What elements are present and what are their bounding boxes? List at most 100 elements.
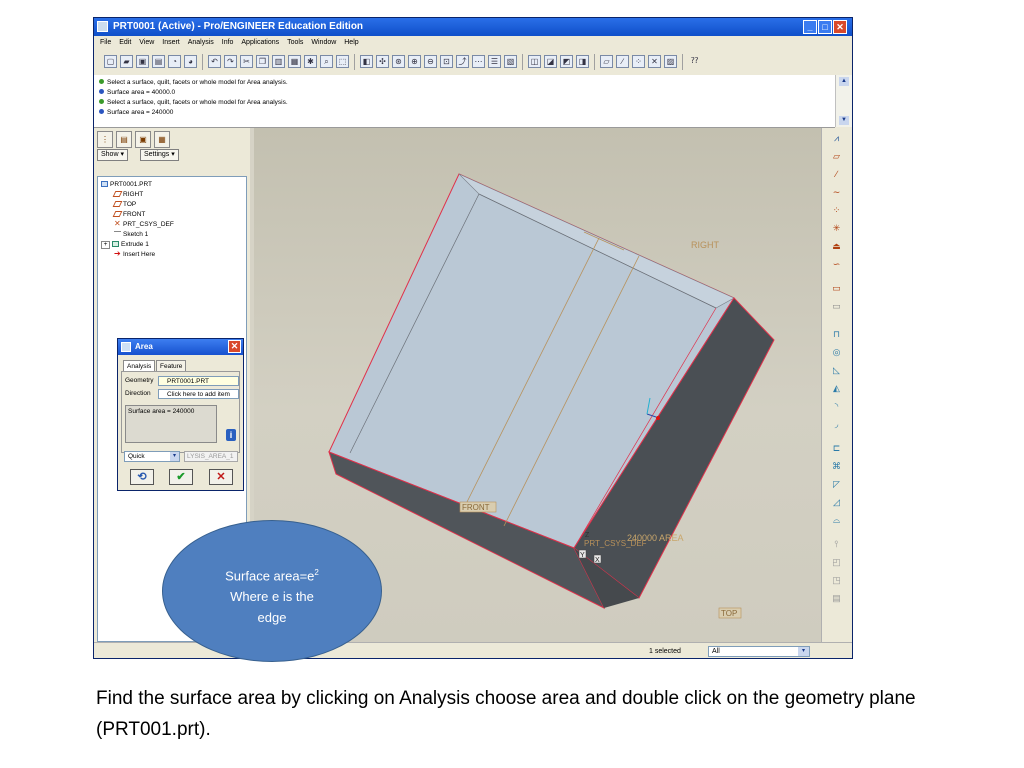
print-icon[interactable]: ▤ [152,55,165,68]
ok-button[interactable]: ✔ [169,469,193,485]
geometry-collector[interactable]: PRT0001.PRT [158,376,239,386]
paste-icon[interactable]: ▥ [272,55,285,68]
expand-toggle[interactable]: + [101,241,110,249]
layers-icon[interactable]: ☰ [488,55,501,68]
repaint-icon[interactable]: ◧ [360,55,373,68]
datum-axis-icon[interactable]: ∕ [616,55,629,68]
tree-item-top[interactable]: TOP [112,201,136,208]
wireframe-icon[interactable]: ◫ [528,55,541,68]
menu-info[interactable]: Info [222,39,234,46]
cut-icon[interactable]: ✂ [240,55,253,68]
direction-collector[interactable]: Click here to add item [158,389,239,399]
tree-item-insert-here[interactable]: ➔ Insert Here [114,250,155,258]
paste-special-icon[interactable]: ▦ [288,55,301,68]
regenerate-icon[interactable]: ✱ [304,55,317,68]
favorites-tab-icon[interactable]: ▣ [135,131,151,148]
shell-tool-icon[interactable]: ⌘ [830,460,843,472]
select-box-icon[interactable]: ⬚ [336,55,349,68]
view-manager-icon[interactable]: ▧ [504,55,517,68]
hidden-line-icon[interactable]: ◪ [544,55,557,68]
sweep-tool-icon[interactable]: ◺ [830,364,843,376]
open-icon[interactable]: ▰ [120,55,133,68]
datum-point-icon[interactable]: ⁘ [830,204,843,216]
zoom-in-icon[interactable]: ⊕ [408,55,421,68]
help-icon[interactable]: ⁇ [688,55,701,68]
datum-axis-icon[interactable]: ∕ [830,168,843,180]
zoom-out-icon[interactable]: ⊖ [424,55,437,68]
spin-icon[interactable]: ✣ [376,55,389,68]
tree-item-front[interactable]: FRONT [112,211,145,218]
front-plane-label[interactable]: FRONT [462,503,490,512]
show-menu-button[interactable]: Show ▾ [97,149,128,161]
draft-tool-icon[interactable]: ◿ [830,496,843,508]
datum-plane-icon[interactable]: ▱ [600,55,613,68]
info-icon[interactable]: i [226,429,236,441]
sketch-tool-icon[interactable]: ▭ [830,282,843,294]
orient-icon[interactable]: ⊛ [392,55,405,68]
saved-views-icon[interactable]: ⋯ [472,55,485,68]
sketched-curve-icon[interactable]: ∼ [830,186,843,198]
cancel-button[interactable]: ✕ [209,469,233,485]
dialog-close-button[interactable]: ✕ [228,340,241,353]
message-scrollbar[interactable]: ▲ ▼ [835,75,852,127]
settings-menu-button[interactable]: Settings ▾ [140,149,179,161]
minimize-button[interactable]: _ [803,20,817,34]
menu-help[interactable]: Help [344,39,358,46]
refit-icon[interactable]: ⊡ [440,55,453,68]
reorient-icon[interactable]: ⤴ [456,55,469,68]
redo-icon[interactable]: ↷ [224,55,237,68]
tree-item-csys[interactable]: ✕ PRT_CSYS_DEF [114,220,174,228]
datum-point-icon[interactable]: ⁘ [632,55,645,68]
selection-filter[interactable]: All [708,646,810,657]
analysis-icon[interactable]: ⏏ [830,240,843,252]
rib-tool-icon[interactable]: ◸ [830,478,843,490]
connections-tab-icon[interactable]: ▦ [154,131,170,148]
analysis-name-field[interactable]: LYSIS_AREA_1 [184,451,238,462]
save-icon[interactable]: ▣ [136,55,149,68]
menu-window[interactable]: Window [311,39,336,46]
menu-analysis[interactable]: Analysis [188,39,214,46]
revolve-tool-icon[interactable]: ◎ [830,346,843,358]
copy-icon[interactable]: ❐ [256,55,269,68]
top-plane-label[interactable]: TOP [721,609,737,618]
menu-view[interactable]: View [139,39,154,46]
dialog-title-bar[interactable]: Area ✕ [118,339,243,355]
tree-item-part[interactable]: PRT0001.PRT [101,181,152,188]
datum-display-icon[interactable]: ⩘ [830,132,843,144]
pattern-tool-icon[interactable]: ⌓ [830,514,843,526]
no-hidden-icon[interactable]: ◩ [560,55,573,68]
hole-tool-icon[interactable]: ⊏ [830,442,843,454]
csys-icon[interactable]: ✳ [830,222,843,234]
scroll-up-icon[interactable]: ▲ [839,77,849,86]
datum-plane-icon[interactable]: ▱ [830,150,843,162]
extrude-tool-icon[interactable]: ⊓ [830,328,843,340]
tree-item-extrude[interactable]: + Extrude 1 [101,241,149,249]
folder-browser-tab-icon[interactable]: ▤ [116,131,132,148]
shading-icon[interactable]: ◨ [576,55,589,68]
close-button[interactable]: ✕ [833,20,847,34]
repeat-button[interactable]: ⟲ [130,469,154,485]
round-tool-icon[interactable]: ◝ [830,400,843,412]
annotation-icon[interactable]: ▨ [664,55,677,68]
undo-icon[interactable]: ↶ [208,55,221,68]
model-tree-tab-icon[interactable]: ⋮ [97,131,113,148]
menu-edit[interactable]: Edit [119,39,131,46]
scroll-down-icon[interactable]: ▼ [839,116,849,125]
title-bar[interactable]: PRT0001 (Active) - Pro/ENGINEER Educatio… [94,18,852,36]
chamfer-tool-icon[interactable]: ◞ [830,418,843,430]
send-icon[interactable]: ◕ [184,55,197,68]
new-icon[interactable]: ▢ [104,55,117,68]
find-icon[interactable]: ⌕ [320,55,333,68]
csys-icon[interactable]: ✕ [648,55,661,68]
right-plane-label[interactable]: RIGHT [691,240,720,250]
menu-tools[interactable]: Tools [287,39,303,46]
datum-curve-icon[interactable]: ∽ [830,258,843,270]
chevron-down-icon[interactable]: ▾ [798,647,809,656]
blend-tool-icon[interactable]: ◭ [830,382,843,394]
tree-item-sketch[interactable]: Sketch 1 [114,231,148,238]
print-preview-icon[interactable]: ◔ [168,55,181,68]
maximize-button[interactable]: □ [818,20,832,34]
menu-file[interactable]: File [100,39,111,46]
chevron-down-icon[interactable]: ▾ [170,452,179,461]
menu-insert[interactable]: Insert [162,39,180,46]
